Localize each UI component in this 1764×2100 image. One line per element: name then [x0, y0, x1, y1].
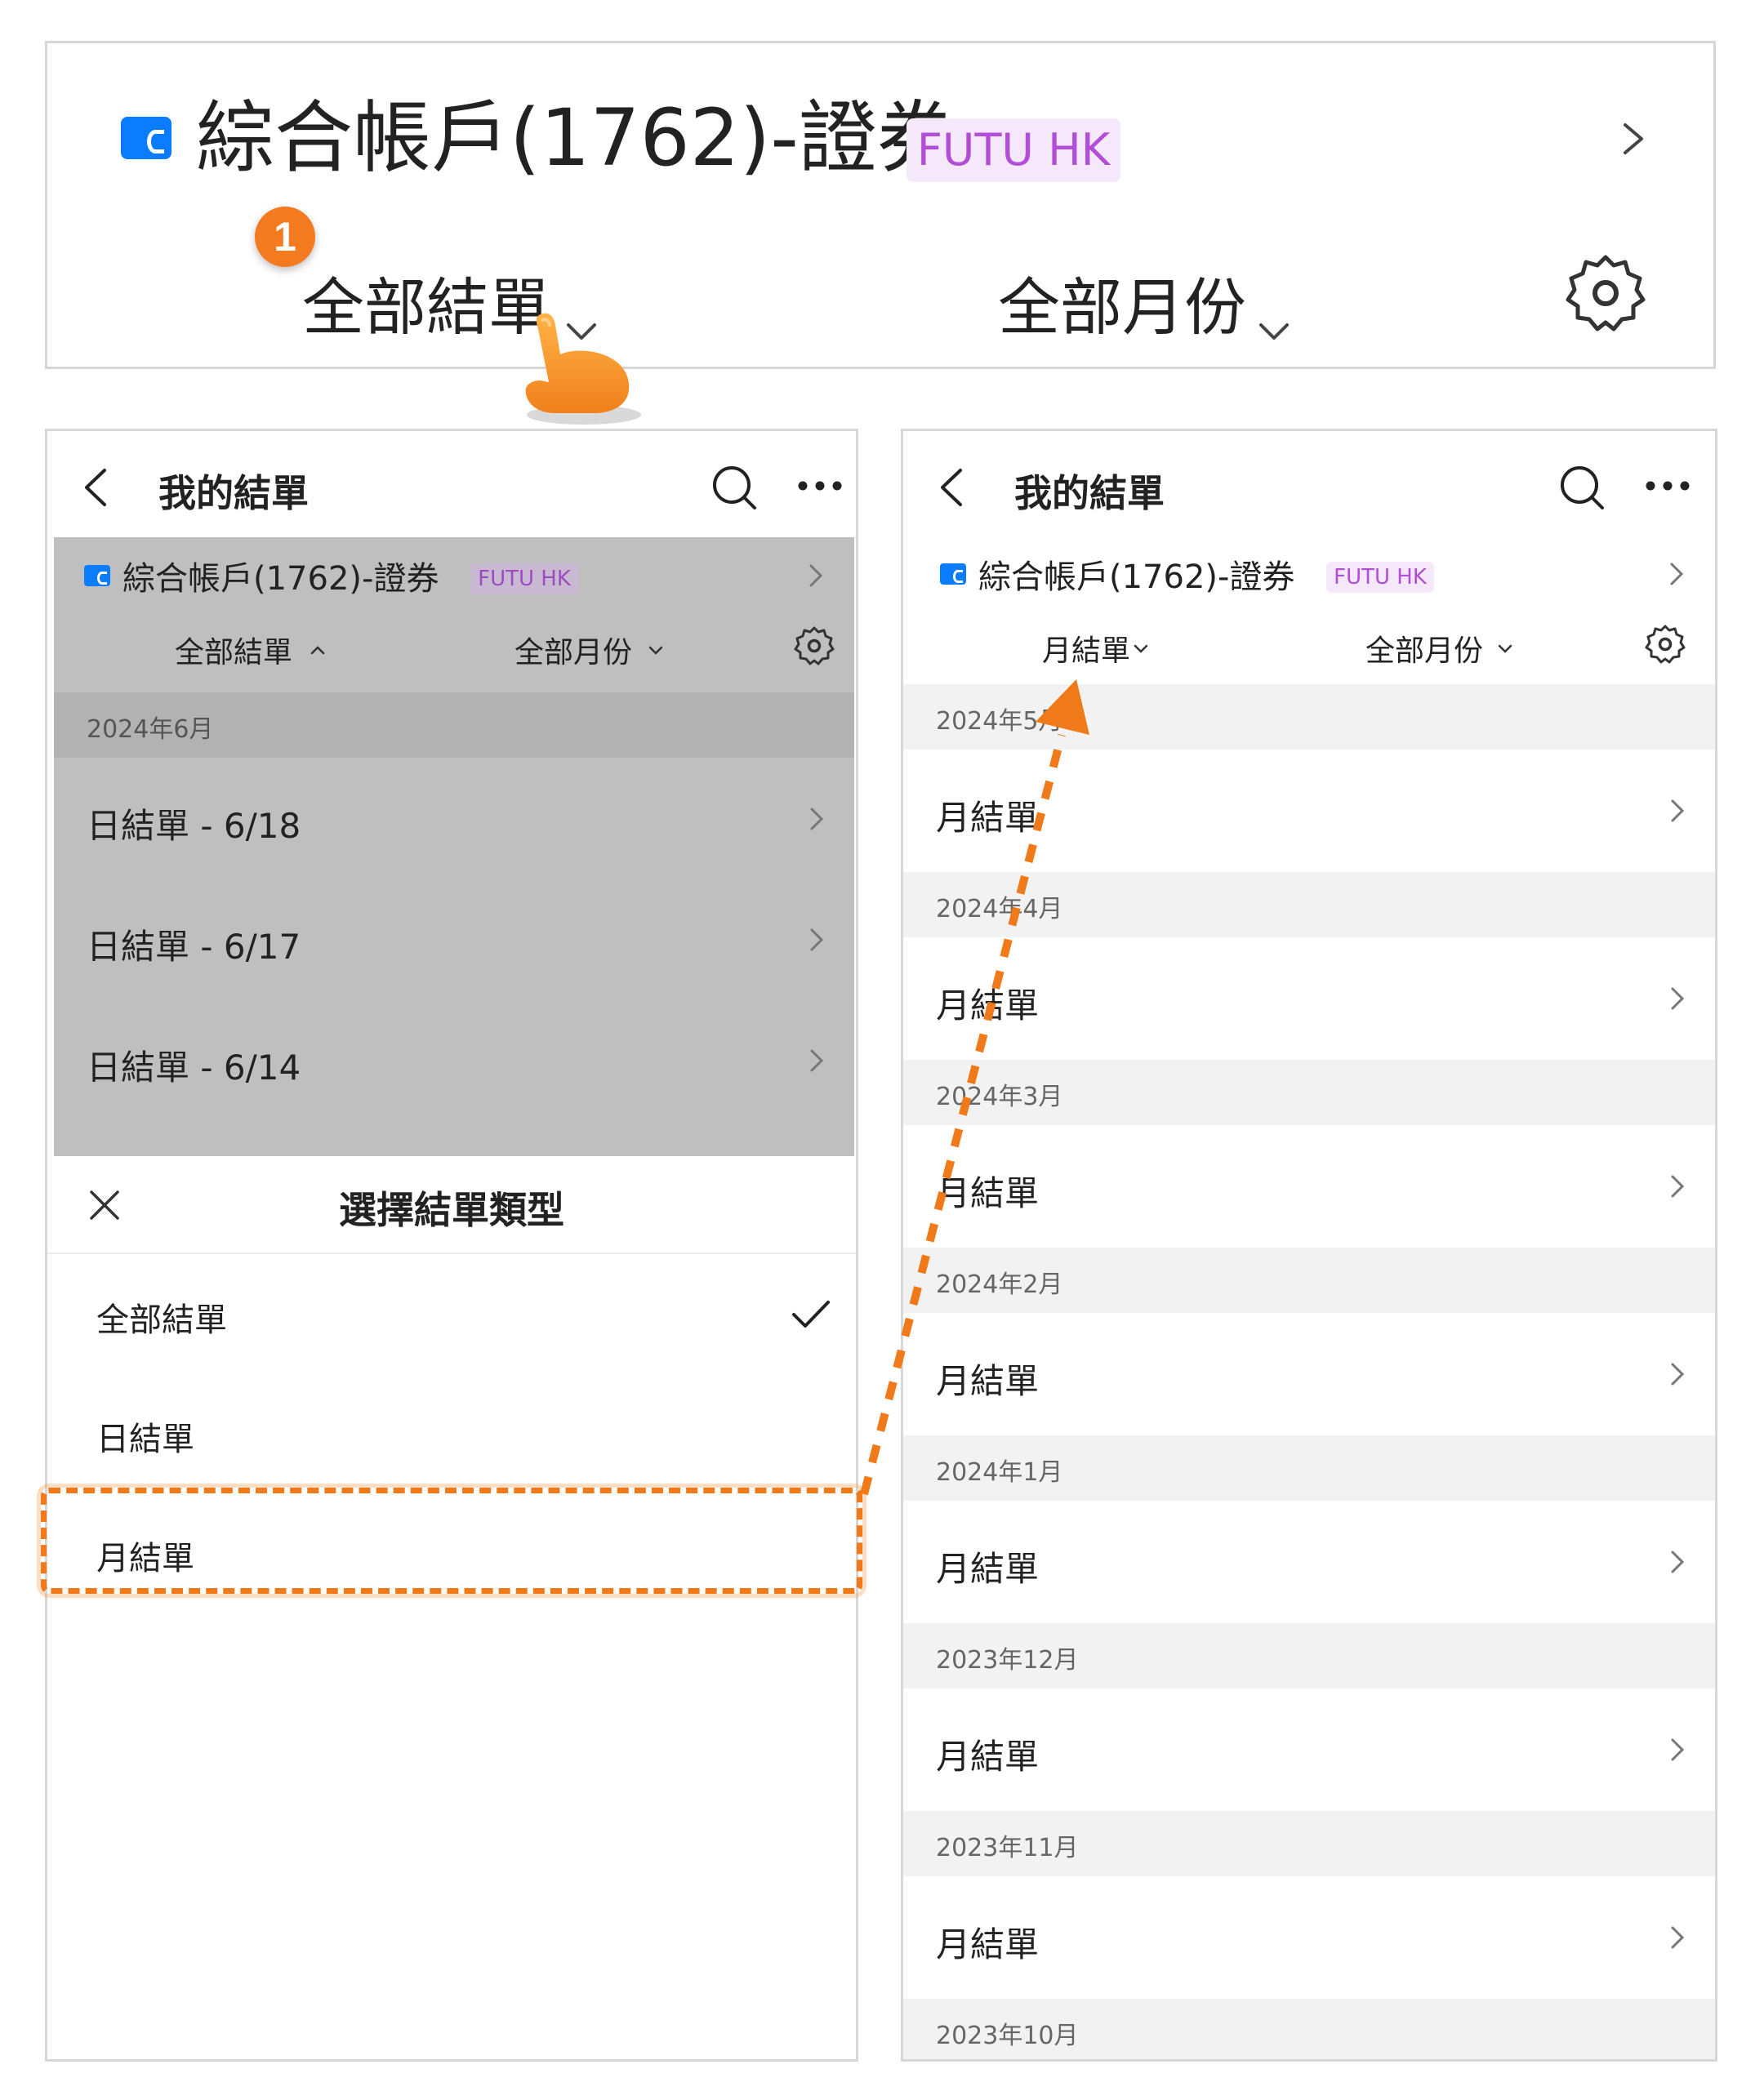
chevron-right-icon	[810, 928, 824, 951]
statement-row[interactable]: 月結單	[903, 1876, 1715, 1999]
check-icon	[792, 1301, 830, 1328]
broker-badge: FUTU HK	[1326, 562, 1434, 593]
month-filter[interactable]: 全部月份	[514, 629, 632, 671]
chevron-down-icon[interactable]	[1258, 321, 1290, 342]
more-icon[interactable]	[1645, 480, 1690, 492]
statement-type-filter[interactable]: 全部結單	[175, 629, 292, 671]
account-row[interactable]: 綜合帳戶(1762)-證券 FUTU HK	[54, 537, 854, 619]
search-icon[interactable]	[1558, 464, 1606, 511]
statement-row[interactable]: 月結單	[903, 937, 1715, 1060]
account-name: 綜合帳戶(1762)-證券	[978, 558, 1295, 596]
page-title: 我的結單	[1014, 471, 1165, 515]
chevron-right-icon	[810, 1049, 824, 1072]
broker-badge: FUTU HK	[470, 563, 578, 594]
chevron-right-icon	[1671, 987, 1685, 1010]
account-row[interactable]: 綜合帳戶(1762)-證券 FUTU HK	[903, 536, 1715, 617]
month-filter[interactable]: 全部月份	[1365, 627, 1483, 670]
account-name[interactable]: 綜合帳戶(1762)-證券	[196, 95, 956, 182]
statement-row[interactable]: 日結單 - 6/18	[54, 758, 854, 880]
statement-row[interactable]: 日結單 - 6/14	[54, 999, 854, 1122]
gear-icon[interactable]	[1645, 624, 1686, 665]
month-heading: 2024年1月	[903, 1435, 1715, 1501]
wallet-icon	[940, 563, 966, 585]
filter-row: 月結單 全部月份	[903, 611, 1715, 684]
statement-row[interactable]: 月結單	[903, 750, 1715, 872]
chevron-right-icon	[1671, 1363, 1685, 1386]
monthly-statements-screen: 我的結單 綜合帳戶(1762)-證券 FUTU HK 月結單 全部月份 2024…	[901, 429, 1717, 2062]
page-title: 我的結單	[158, 471, 309, 515]
account-filter-zoom-panel: 綜合帳戶(1762)-證券 FUTU HK 1 全部結單 全部月份	[45, 41, 1716, 369]
option-daily-statement[interactable]: 日結單	[47, 1375, 856, 1493]
month-heading: 2023年12月	[903, 1623, 1715, 1688]
chevron-down-icon[interactable]	[648, 645, 663, 655]
nav-bar: 我的結單	[47, 431, 856, 537]
nav-bar: 我的結單	[903, 431, 1715, 537]
chevron-down-icon[interactable]	[1134, 643, 1148, 653]
month-heading: 2023年11月	[903, 1811, 1715, 1876]
statement-type-filter[interactable]: 月結單	[1042, 627, 1130, 670]
back-icon[interactable]	[936, 467, 969, 508]
chevron-right-icon	[1670, 563, 1684, 585]
statement-row[interactable]: 月結單	[903, 1125, 1715, 1248]
month-heading: 2024年4月	[903, 872, 1715, 937]
gear-icon[interactable]	[1565, 252, 1646, 334]
chevron-right-icon	[1671, 1738, 1685, 1761]
chevron-right-icon[interactable]	[1615, 122, 1650, 156]
back-icon[interactable]	[80, 467, 113, 508]
chevron-right-icon	[1671, 1551, 1685, 1573]
gear-icon[interactable]	[794, 625, 835, 666]
statement-type-sheet: 選擇結單類型 全部結單 日結單 月結單	[47, 1156, 856, 2059]
chevron-right-icon	[1671, 1175, 1685, 1198]
chevron-right-icon	[1671, 799, 1685, 822]
chevron-right-icon	[1671, 1926, 1685, 1949]
monthly-option-highlight	[41, 1488, 862, 1594]
sheet-title: 選擇結單類型	[339, 1188, 564, 1232]
month-heading: 2024年2月	[903, 1248, 1715, 1313]
statement-row[interactable]: 月結單	[903, 1688, 1715, 1811]
chevron-right-icon	[810, 808, 824, 830]
hand-pointer-icon	[525, 313, 641, 425]
month-heading: 2024年6月	[54, 692, 854, 758]
broker-badge: FUTU HK	[906, 118, 1120, 182]
chevron-down-icon[interactable]	[1498, 643, 1512, 653]
account-name: 綜合帳戶(1762)-證券	[122, 560, 439, 598]
option-all-statements[interactable]: 全部結單	[47, 1256, 856, 1374]
divider	[47, 1252, 856, 1254]
dimmed-background: 綜合帳戶(1762)-證券 FUTU HK 全部結單 全部月份 2024年6月	[54, 537, 854, 1158]
statement-type-picker-screen: 我的結單 綜合帳戶(1762)-證券 FUTU HK 全部結單 全部月份 202…	[45, 429, 858, 2062]
chevron-right-icon	[809, 564, 823, 587]
month-filter[interactable]: 全部月份	[998, 257, 1246, 347]
statement-row[interactable]: 月結單	[903, 1313, 1715, 1435]
month-heading: 2023年10月	[903, 1999, 1715, 2059]
statement-row[interactable]: 日結單 - 6/17	[54, 879, 854, 1001]
more-icon[interactable]	[797, 480, 843, 492]
month-heading: 2024年3月	[903, 1060, 1715, 1125]
wallet-icon	[121, 117, 172, 159]
statement-row[interactable]: 月結單	[903, 1501, 1715, 1623]
chevron-up-icon[interactable]	[310, 645, 325, 655]
wallet-icon	[84, 565, 110, 586]
month-heading: 2024年5月	[903, 684, 1715, 750]
search-icon[interactable]	[710, 464, 758, 511]
filter-row: 全部結單 全部月份	[54, 612, 854, 686]
